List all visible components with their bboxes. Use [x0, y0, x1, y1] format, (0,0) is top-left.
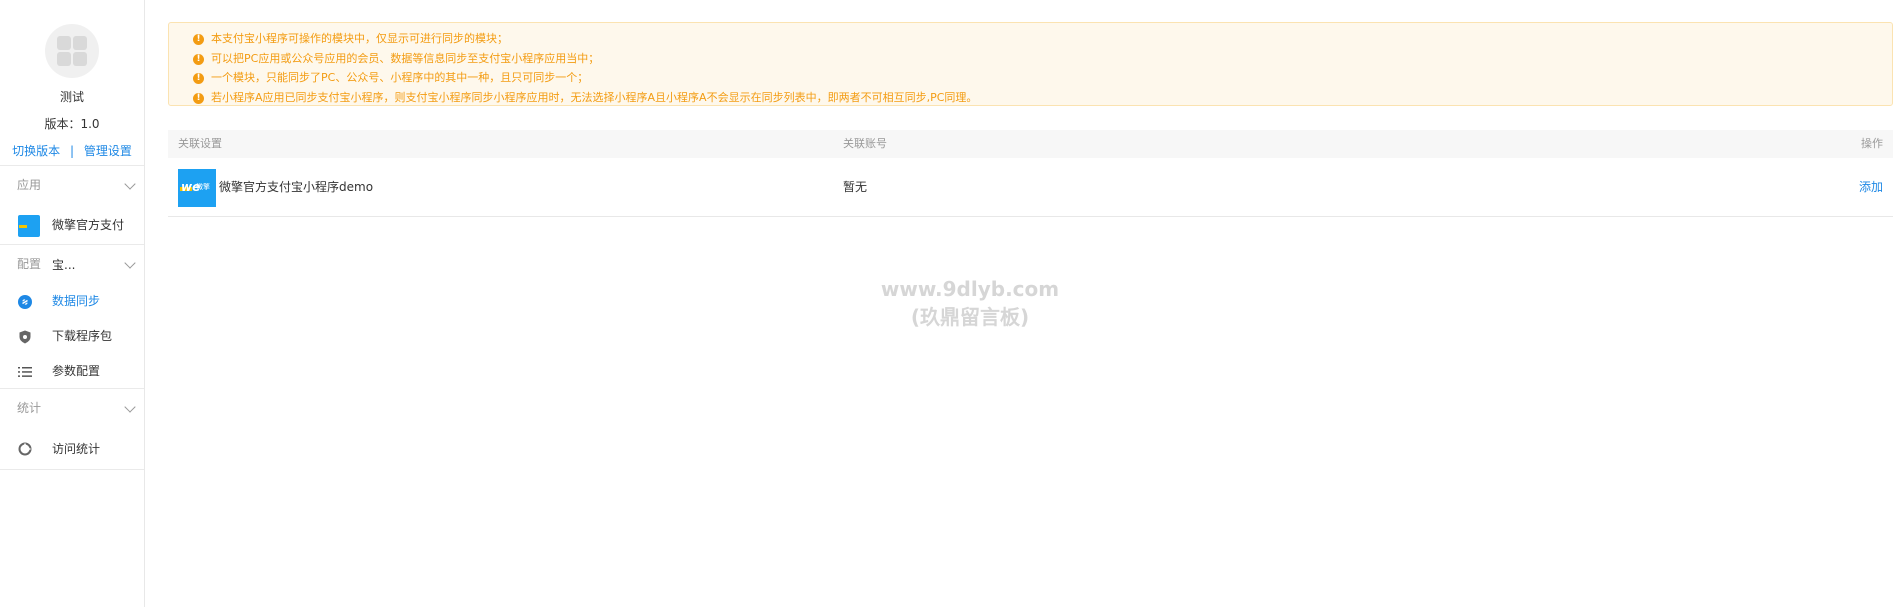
sidebar-item-visit-stats[interactable]: 访问统计 — [0, 428, 144, 470]
link-separator: | — [69, 144, 75, 158]
app-avatar-icon — [45, 24, 99, 78]
sidebar-item-download-package[interactable]: 下载程序包 — [0, 319, 144, 354]
profile-links: 切换版本 | 管理设置 — [0, 142, 144, 159]
chevron-down-icon — [124, 178, 136, 190]
add-button[interactable]: 添加 — [1859, 158, 1883, 217]
app-version: 版本：1.0 — [44, 117, 100, 131]
chevron-down-icon — [124, 401, 136, 413]
app-logo-icon: we — [18, 215, 40, 237]
warning-icon: ! — [193, 73, 204, 84]
section-stats-header[interactable]: 统计 — [0, 389, 144, 428]
switch-version-link[interactable]: 切换版本 — [12, 144, 60, 158]
app-logo-icon: we 微擎 — [178, 169, 216, 207]
manage-settings-link[interactable]: 管理设置 — [84, 144, 132, 158]
table-row: we 微擎 微擎官方支付宝小程序demo 暂无 添加 — [168, 158, 1893, 217]
sidebar-item-label: 下载程序包 — [52, 329, 113, 343]
section-config-header[interactable]: 配置 — [0, 245, 144, 284]
notice-line: ! 本支付宝小程序可操作的模块中，仅显示可进行同步的模块； — [193, 29, 1892, 49]
watermark: www.9dlyb.com (玖鼎留言板) — [855, 275, 1085, 331]
app-name: 测试 — [59, 90, 84, 104]
sidebar-item-alipay-app[interactable]: we 微擎官方支付宝... — [0, 205, 144, 272]
warning-icon: ! — [193, 34, 204, 45]
section-apps-header[interactable]: 应用 — [0, 166, 144, 205]
row-account: 暂无 — [843, 180, 868, 194]
sidebar-item-param-config[interactable]: 参数配置 — [0, 354, 144, 389]
header-link-settings: 关联设置 — [178, 137, 222, 150]
link-icon — [18, 295, 32, 309]
header-link-account: 关联账号 — [843, 137, 887, 150]
sidebar-item-label: 数据同步 — [52, 294, 101, 308]
pie-chart-icon — [18, 442, 32, 456]
sidebar-item-data-sync[interactable]: 数据同步 — [0, 284, 144, 319]
notice-text: 本支付宝小程序可操作的模块中，仅显示可进行同步的模块； — [211, 32, 508, 45]
sidebar: 测试 版本：1.0 切换版本 | 管理设置 应用 we 微擎官方支付宝... 配… — [0, 0, 145, 607]
notice-line: ! 若小程序A应用已同步支付宝小程序，则支付宝小程序同步小程序应用时，无法选择小… — [193, 88, 1892, 108]
chevron-down-icon — [124, 257, 136, 269]
notice-line: ! 可以把PC应用或公众号应用的会员、数据等信息同步至支付宝小程序应用当中； — [193, 49, 1892, 69]
section-apps-title: 应用 — [17, 178, 42, 192]
list-icon — [18, 367, 32, 377]
watermark-url: www.9dlyb.com — [880, 277, 1060, 301]
sidebar-item-label: 参数配置 — [52, 364, 101, 378]
notice-text: 可以把PC应用或公众号应用的会员、数据等信息同步至支付宝小程序应用当中； — [211, 51, 600, 65]
section-config-title: 配置 — [17, 257, 42, 271]
watermark-label: (玖鼎留言板) — [910, 305, 1030, 329]
sidebar-item-label: 访问统计 — [52, 442, 101, 456]
row-app-name: 微擎官方支付宝小程序demo — [219, 180, 374, 194]
header-actions: 操作 — [1861, 137, 1883, 150]
notice-box: ! 本支付宝小程序可操作的模块中，仅显示可进行同步的模块； ! 可以把PC应用或… — [168, 22, 1893, 106]
app-profile: 测试 版本：1.0 切换版本 | 管理设置 — [0, 0, 144, 166]
warning-icon: ! — [193, 53, 204, 65]
section-stats-title: 统计 — [17, 401, 42, 415]
notice-line: ! 一个模块，只能同步了PC、公众号、小程序中的其中一种，且只可同步一个； — [193, 68, 1892, 88]
notice-text: 一个模块，只能同步了PC、公众号、小程序中的其中一种，且只可同步一个； — [211, 71, 589, 84]
app-root: 测试 版本：1.0 切换版本 | 管理设置 应用 we 微擎官方支付宝... 配… — [0, 0, 1903, 607]
table-header: 关联设置 关联账号 操作 — [168, 130, 1893, 158]
notice-text: 若小程序A应用已同步支付宝小程序，则支付宝小程序同步小程序应用时，无法选择小程序… — [211, 90, 978, 104]
shield-icon — [19, 330, 31, 344]
warning-icon: ! — [193, 92, 204, 104]
sync-table: 关联设置 关联账号 操作 we 微擎 微擎官方支付宝小程序demo 暂无 添加 — [168, 130, 1893, 217]
